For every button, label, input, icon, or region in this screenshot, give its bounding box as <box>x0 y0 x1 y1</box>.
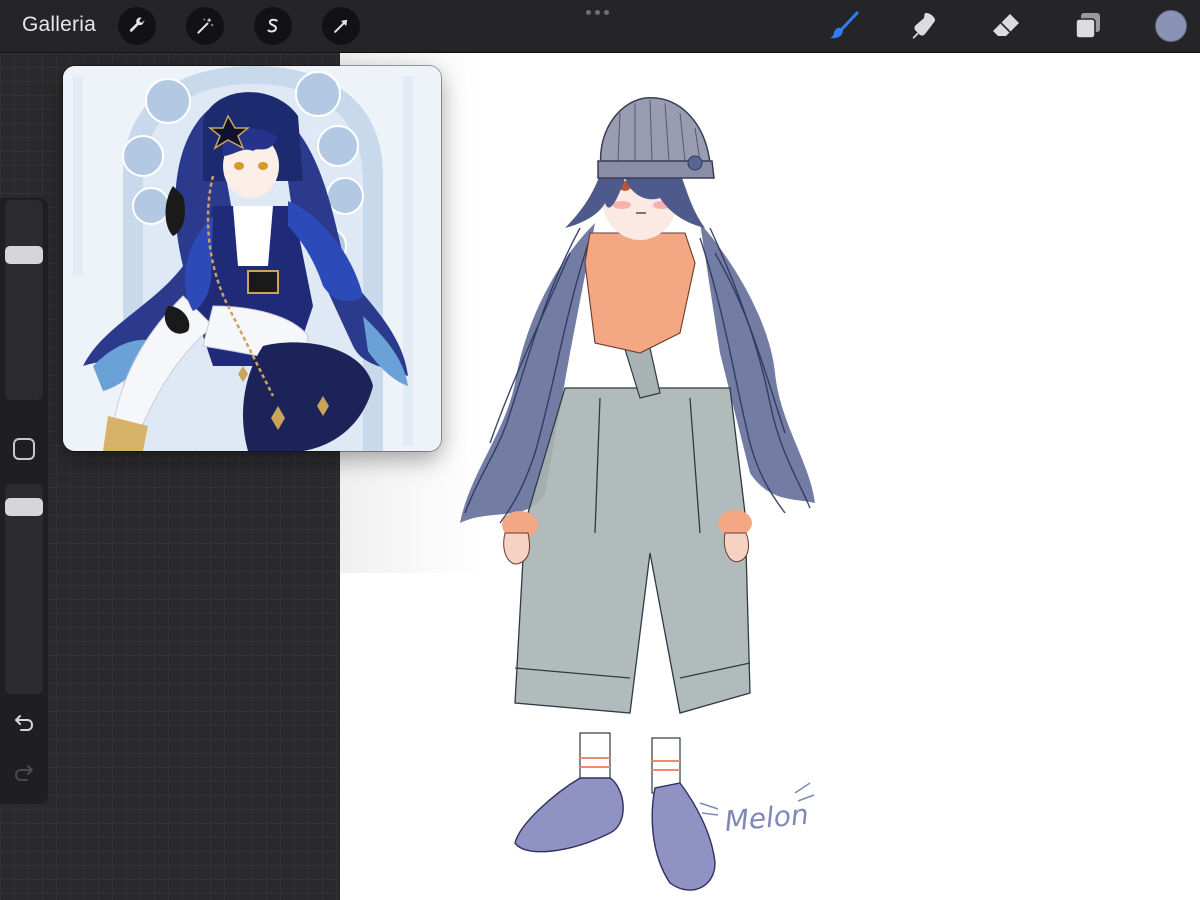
reference-window[interactable] <box>63 66 441 451</box>
character-sketch: Melon <box>340 53 815 891</box>
opacity-slider[interactable] <box>5 484 43 694</box>
adjustments-button[interactable] <box>186 7 224 45</box>
transform-button[interactable] <box>322 7 360 45</box>
undo-icon <box>15 715 33 731</box>
actions-button[interactable] <box>118 7 156 45</box>
layers-button[interactable] <box>1070 8 1106 44</box>
wrench-icon <box>129 17 145 32</box>
top-toolbar: Galleria <box>0 0 1200 53</box>
reference-image <box>63 66 441 451</box>
arrow-cursor-icon <box>334 19 348 33</box>
brush-icon <box>830 11 859 39</box>
eraser-icon <box>993 14 1019 36</box>
color-picker-button[interactable] <box>1155 10 1187 42</box>
artist-signature: Melon <box>723 798 810 838</box>
undo-button[interactable] <box>12 712 36 736</box>
brush-tool-button[interactable] <box>826 8 862 44</box>
selection-s-icon <box>267 18 278 33</box>
layers-icon <box>1075 13 1100 39</box>
redo-button[interactable] <box>12 762 36 786</box>
brush-size-thumb[interactable] <box>5 246 43 264</box>
magic-wand-icon <box>197 17 214 34</box>
modify-button[interactable] <box>13 438 35 460</box>
sidebar <box>0 198 48 804</box>
redo-icon <box>15 765 33 781</box>
toolbar-grabber[interactable] <box>586 10 609 15</box>
smudge-tool-button[interactable] <box>906 8 942 44</box>
eraser-tool-button[interactable] <box>988 8 1024 44</box>
selection-button[interactable] <box>254 7 292 45</box>
gallery-button[interactable]: Galleria <box>22 13 96 37</box>
brush-size-slider[interactable] <box>5 200 43 400</box>
drawing-canvas[interactable]: Melon <box>340 53 1200 900</box>
procreate-app: Galleria Melon <box>0 0 1200 900</box>
smudge-icon <box>912 13 935 39</box>
opacity-thumb[interactable] <box>5 498 43 516</box>
